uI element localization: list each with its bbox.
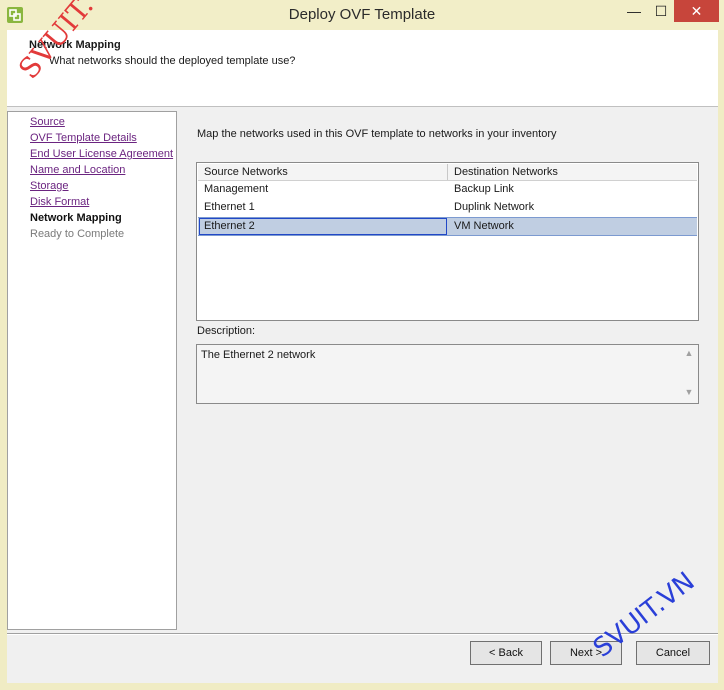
wizard-client-area: Network Mapping What networks should the…	[7, 30, 718, 683]
step-ready-to-complete: Ready to Complete	[30, 228, 125, 240]
table-row[interactable]: Management Backup Link	[198, 181, 697, 198]
page-title: Network Mapping	[29, 39, 121, 51]
wizard-header: Network Mapping What networks should the…	[7, 30, 718, 107]
destination-network-cell[interactable]: Backup Link	[454, 183, 514, 195]
step-disk-format[interactable]: Disk Format	[30, 196, 89, 208]
scroll-up-arrow-icon[interactable]: ▲	[683, 348, 695, 358]
step-network-mapping: Network Mapping	[30, 212, 122, 224]
description-text: The Ethernet 2 network	[201, 349, 316, 361]
step-storage[interactable]: Storage	[30, 180, 69, 192]
instruction-text: Map the networks used in this OVF templa…	[197, 128, 557, 140]
step-ovf-template-details[interactable]: OVF Template Details	[30, 132, 137, 144]
column-header-source-networks[interactable]: Source Networks	[204, 166, 288, 178]
close-button[interactable]: ✕	[674, 0, 719, 22]
step-name-and-location[interactable]: Name and Location	[30, 164, 125, 176]
column-divider[interactable]	[447, 164, 448, 180]
column-header-destination-networks[interactable]: Destination Networks	[454, 166, 558, 178]
page-subtitle: What networks should the deployed templa…	[49, 55, 296, 67]
description-label: Description:	[197, 325, 256, 337]
network-mapping-table[interactable]: Source Networks Destination Networks Man…	[196, 162, 699, 321]
next-button[interactable]: Next >	[550, 641, 622, 665]
table-header: Source Networks Destination Networks	[198, 164, 697, 181]
step-eula[interactable]: End User License Agreement	[30, 148, 173, 160]
title-bar[interactable]: Deploy OVF Template — ☐ ✕	[0, 0, 724, 30]
destination-network-cell[interactable]: VM Network	[454, 220, 514, 232]
maximize-button[interactable]: ☐	[648, 0, 674, 22]
table-row-selected[interactable]: Ethernet 2 VM Network	[198, 217, 697, 236]
footer-divider	[7, 633, 718, 635]
source-network-cell: Management	[204, 183, 269, 195]
scroll-down-arrow-icon[interactable]: ▼	[683, 387, 695, 397]
step-source[interactable]: Source	[30, 116, 65, 128]
window-title: Deploy OVF Template	[288, 6, 436, 23]
description-box[interactable]: The Ethernet 2 network ▲ ▼	[196, 344, 699, 404]
destination-network-cell[interactable]: Duplink Network	[454, 201, 534, 213]
cancel-button[interactable]: Cancel	[636, 641, 710, 665]
minimize-button[interactable]: —	[620, 0, 648, 22]
wizard-steps-panel: Source OVF Template Details End User Lic…	[7, 111, 177, 630]
table-row[interactable]: Ethernet 1 Duplink Network	[198, 199, 697, 216]
source-network-cell: Ethernet 2	[204, 220, 255, 232]
source-network-cell: Ethernet 1	[204, 201, 255, 213]
back-button[interactable]: < Back	[470, 641, 542, 665]
